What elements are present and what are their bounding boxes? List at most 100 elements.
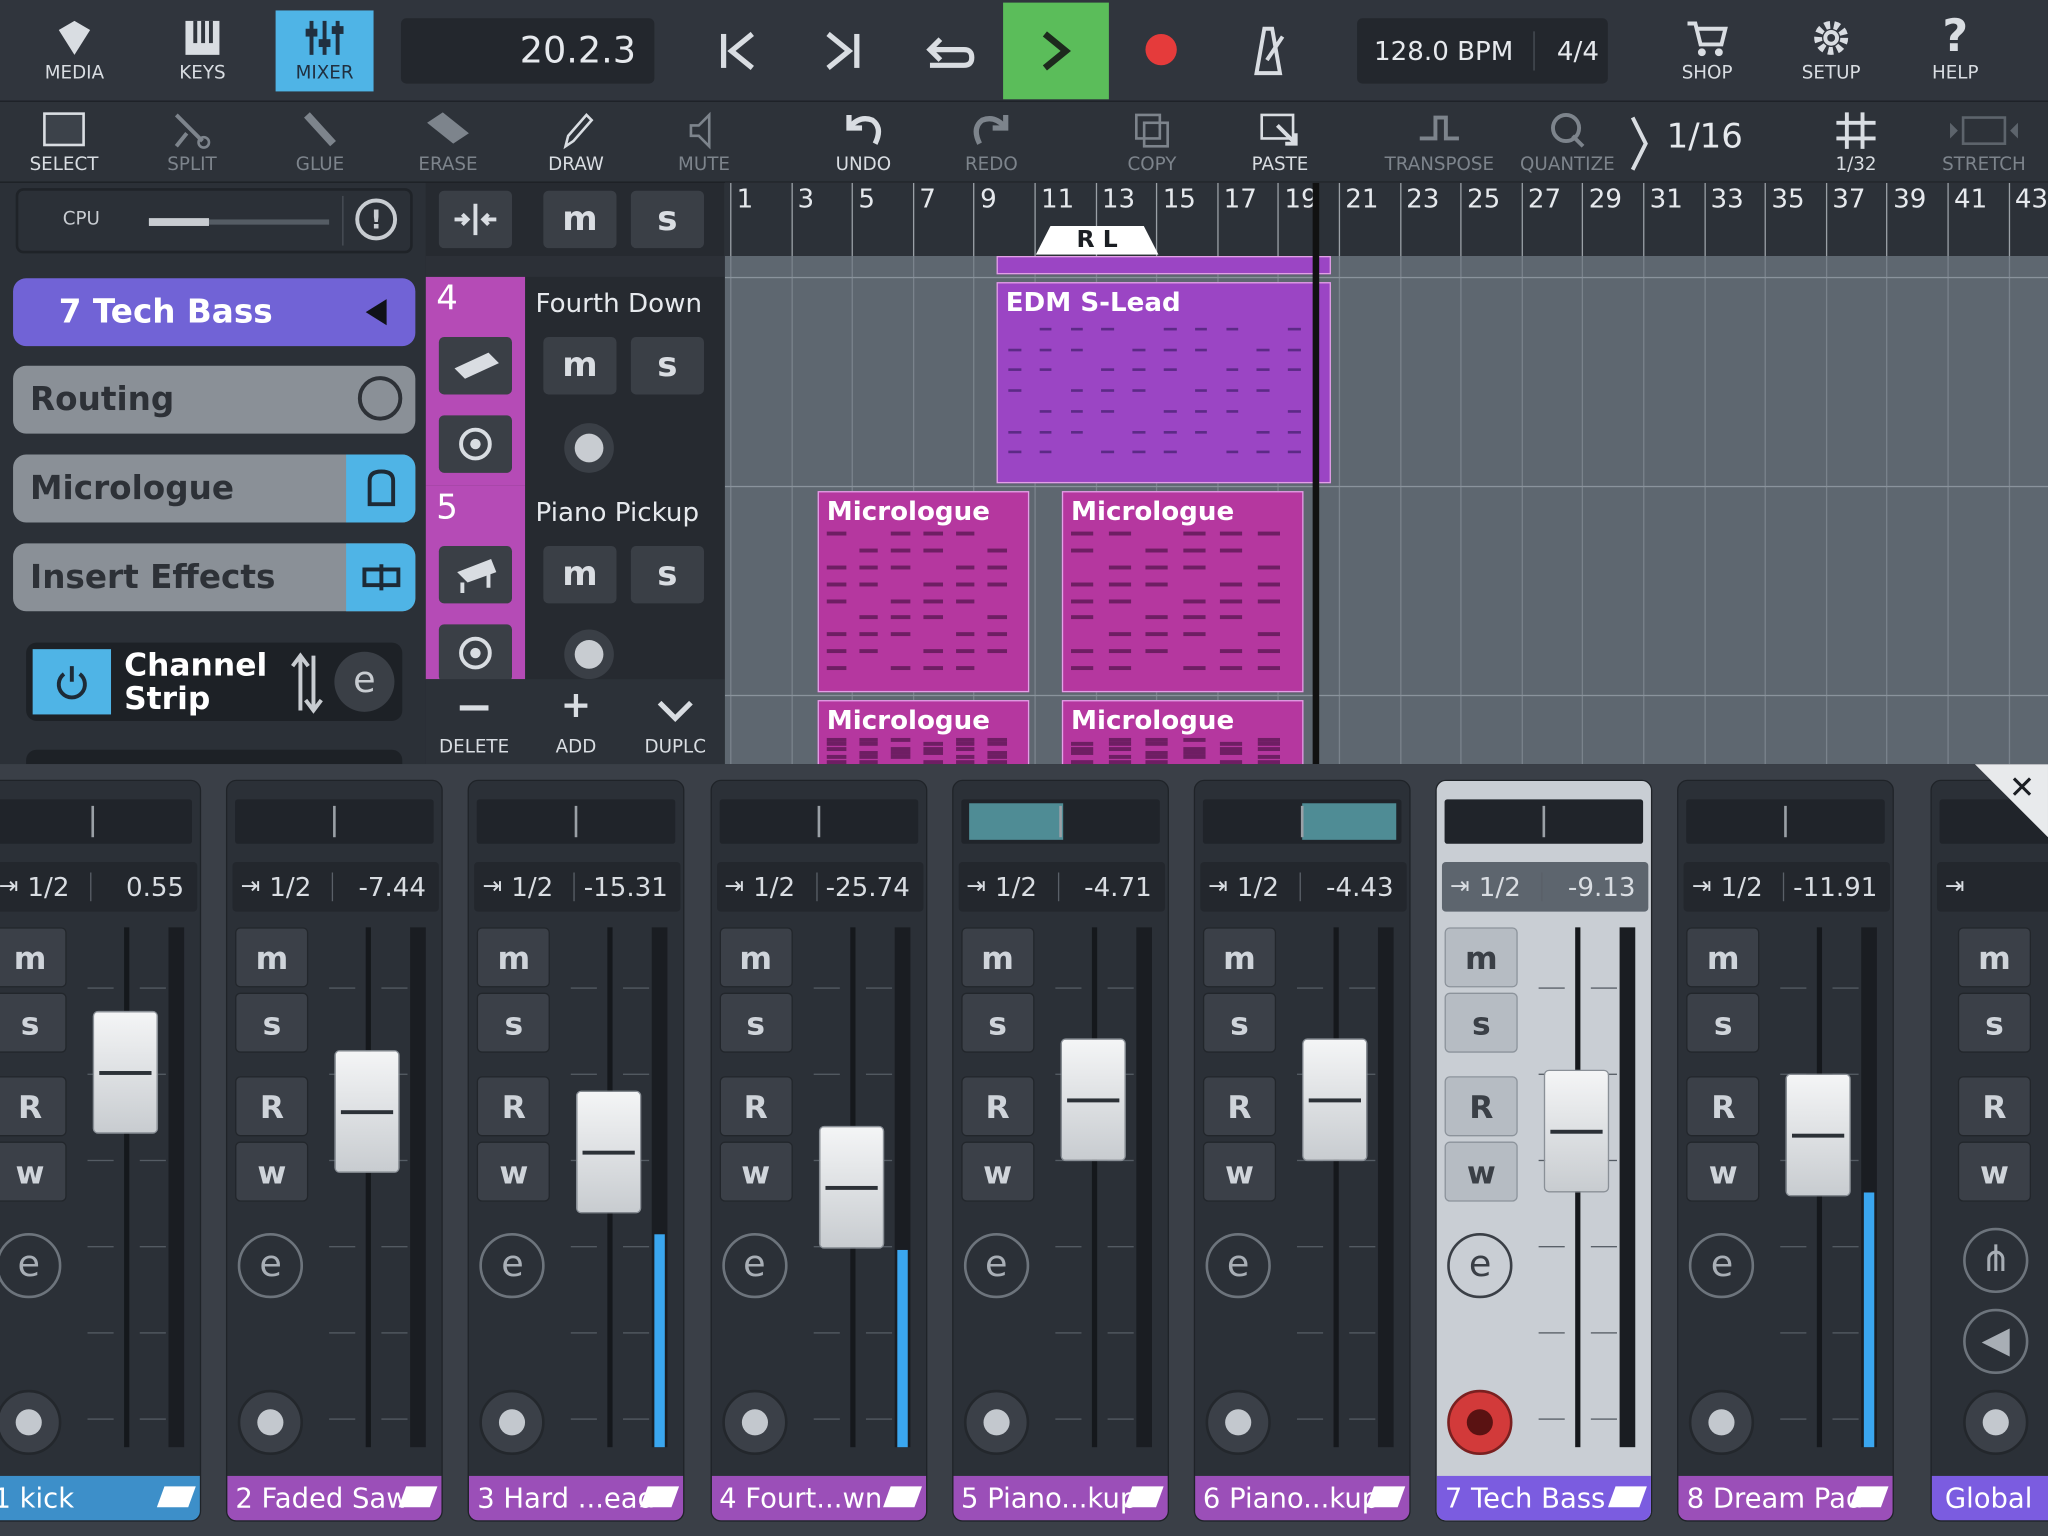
pan-control[interactable] [0,799,192,844]
volume-fader[interactable] [92,1010,159,1134]
track-4-solo-button[interactable]: s [630,336,704,395]
pan-control[interactable] [719,799,918,844]
effects-edit-icon[interactable]: e [1205,1232,1271,1299]
effects-edit-icon[interactable]: e [237,1232,304,1299]
delete-track-button[interactable]: DELETE [431,687,517,760]
record-arm-button[interactable] [1963,1389,2029,1456]
write-automation-button[interactable]: w [1444,1141,1518,1202]
write-automation-button[interactable]: w [1957,1141,2032,1202]
channel-name[interactable]: 7 Tech Bass [1436,1475,1652,1521]
mute-tool[interactable]: MUTE [645,107,763,180]
read-automation-button[interactable]: R [719,1076,793,1137]
playhead[interactable] [1312,182,1320,765]
arrangement-view[interactable]: 1 3 5 7 9 11 13 15 17 19 21 23 25 27 29 31 33 35 37 39 41 43 … [724,182,2048,765]
record-arm-button[interactable] [1689,1389,1755,1456]
solo-button[interactable]: s [961,992,1035,1053]
read-automation-button[interactable]: R [1957,1076,2032,1137]
solo-button[interactable]: s [1686,992,1760,1053]
channel-strip-toggle[interactable]: Channel Strip e [26,642,403,721]
record-button[interactable] [1145,33,1177,66]
draw-tool[interactable]: DRAW [517,107,635,180]
select-tool[interactable]: SELECT [5,107,123,180]
setup-button[interactable]: SETUP [1780,10,1882,91]
erase-tool[interactable]: ERASE [389,107,507,180]
write-automation-button[interactable]: w [477,1141,551,1202]
solo-button[interactable]: s [1444,992,1518,1053]
channel-name[interactable]: 5 Piano...kup [953,1475,1168,1521]
record-arm-button[interactable] [0,1389,62,1456]
skip-back-icon[interactable] [716,29,758,73]
volume-fader[interactable] [1544,1070,1610,1194]
write-automation-button[interactable]: w [961,1141,1035,1202]
insert-effects-button[interactable]: Insert Effects [13,543,416,612]
track-5-name[interactable]: Piano Pickup [536,496,700,527]
loop-icon[interactable] [922,29,977,73]
mixer-channel-1[interactable]: ⇥ 1/2 0.55 msRwe 1 kick [0,779,202,1522]
mute-button[interactable]: m [1444,927,1518,988]
volume-fader[interactable] [576,1090,642,1213]
output-routing[interactable]: ⇥ 1/2 -15.31 [474,862,681,912]
volume-fader[interactable] [334,1050,400,1174]
shop-button[interactable]: SHOP [1656,10,1758,91]
read-automation-button[interactable]: R [235,1076,309,1137]
pan-control[interactable] [235,799,434,844]
read-automation-button[interactable]: R [1444,1076,1518,1137]
mixer-channel-7[interactable]: ⇥ 1/2 -9.13 msRwe 7 Tech Bass [1435,779,1653,1522]
mute-button[interactable]: m [477,927,551,988]
mute-button[interactable]: m [0,927,67,988]
track-5-record-button[interactable] [564,629,614,680]
speaker-icon[interactable]: ◀ [1963,1308,2029,1375]
effects-edit-icon[interactable]: e [1447,1232,1513,1299]
channel-name[interactable]: 6 Piano...kup [1195,1475,1410,1521]
selected-track-button[interactable]: 7 Tech Bass [13,278,416,347]
output-routing[interactable]: ⇥ 1/2 -7.44 [232,862,440,912]
add-track-button[interactable]: + ADD [533,686,619,760]
volume-fader[interactable] [1060,1038,1126,1162]
solo-button[interactable]: s [1202,992,1277,1053]
mixer-channel-8[interactable]: ⇥ 1/2 -11.91 msRwe 8 Dream Pad [1677,779,1895,1522]
keys-button[interactable]: KEYS [152,10,254,91]
global-channel[interactable]: ⇥ m s R w ⋔ ◀ Global [1930,779,2048,1522]
clip-micrologue-1[interactable]: Micrologue [817,491,1030,693]
mixer-channel-2[interactable]: ⇥ 1/2 -7.44 msRwe 2 Faded Saw [226,779,444,1522]
effects-edit-icon[interactable]: e [963,1232,1029,1299]
output-routing[interactable]: ⇥ 1/2 -4.43 [1200,862,1407,912]
mixer-channel-4[interactable]: ⇥ 1/2 -25.74 msRwe 4 Fourt...wn [709,779,927,1522]
volume-fader[interactable] [818,1125,884,1249]
routing-button[interactable]: Routing [13,365,416,434]
track-4-record-button[interactable] [564,423,614,473]
track-5-solo-button[interactable]: s [630,545,704,604]
skip-forward-icon[interactable] [823,29,865,73]
track-5-instrument-button[interactable] [438,545,512,604]
read-automation-button[interactable]: R [1686,1076,1760,1137]
read-automation-button[interactable]: R [477,1076,551,1137]
copy-button[interactable]: COPY [1093,107,1211,180]
warning-icon[interactable]: ! [355,198,398,241]
write-automation-button[interactable]: w [0,1141,67,1202]
instrument-button[interactable]: Micrologue [13,454,416,523]
media-button[interactable]: MEDIA [24,10,126,91]
tempo-display[interactable]: 128.0 BPM 4/4 [1357,18,1608,84]
output-routing[interactable]: ⇥ 1/2 -4.71 [958,862,1165,912]
clip-micrologue-2[interactable]: Micrologue [1061,491,1304,693]
effects-edit-icon[interactable]: e [1689,1232,1755,1299]
record-arm-button[interactable] [721,1389,788,1456]
effect-edit-icon[interactable]: e [334,651,395,712]
effects-edit-icon[interactable]: e [479,1232,546,1299]
output-routing[interactable]: ⇥ 1/2 -9.13 [1442,862,1649,912]
pan-control[interactable] [1444,799,1644,844]
clip-micrologue-3[interactable]: Micrologue [817,700,1030,765]
pan-control[interactable] [1202,799,1402,844]
solo-button[interactable]: s [0,992,67,1053]
pan-control[interactable] [1686,799,1886,844]
mute-button[interactable]: m [1957,927,2032,988]
write-automation-button[interactable]: w [719,1141,793,1202]
grid-value[interactable]: 1/16 [1667,118,1743,157]
mixer-channel-3[interactable]: ⇥ 1/2 -15.31 msRwe 3 Hard ...ead [468,779,685,1522]
mute-button[interactable]: m [961,927,1035,988]
track-4-name[interactable]: Fourth Down [536,287,703,318]
track-5-fx-button[interactable] [438,624,512,682]
help-button[interactable]: ? HELP [1904,10,2006,91]
stretch-tool[interactable]: STRETCH [1925,107,2043,180]
write-automation-button[interactable]: w [1202,1141,1277,1202]
